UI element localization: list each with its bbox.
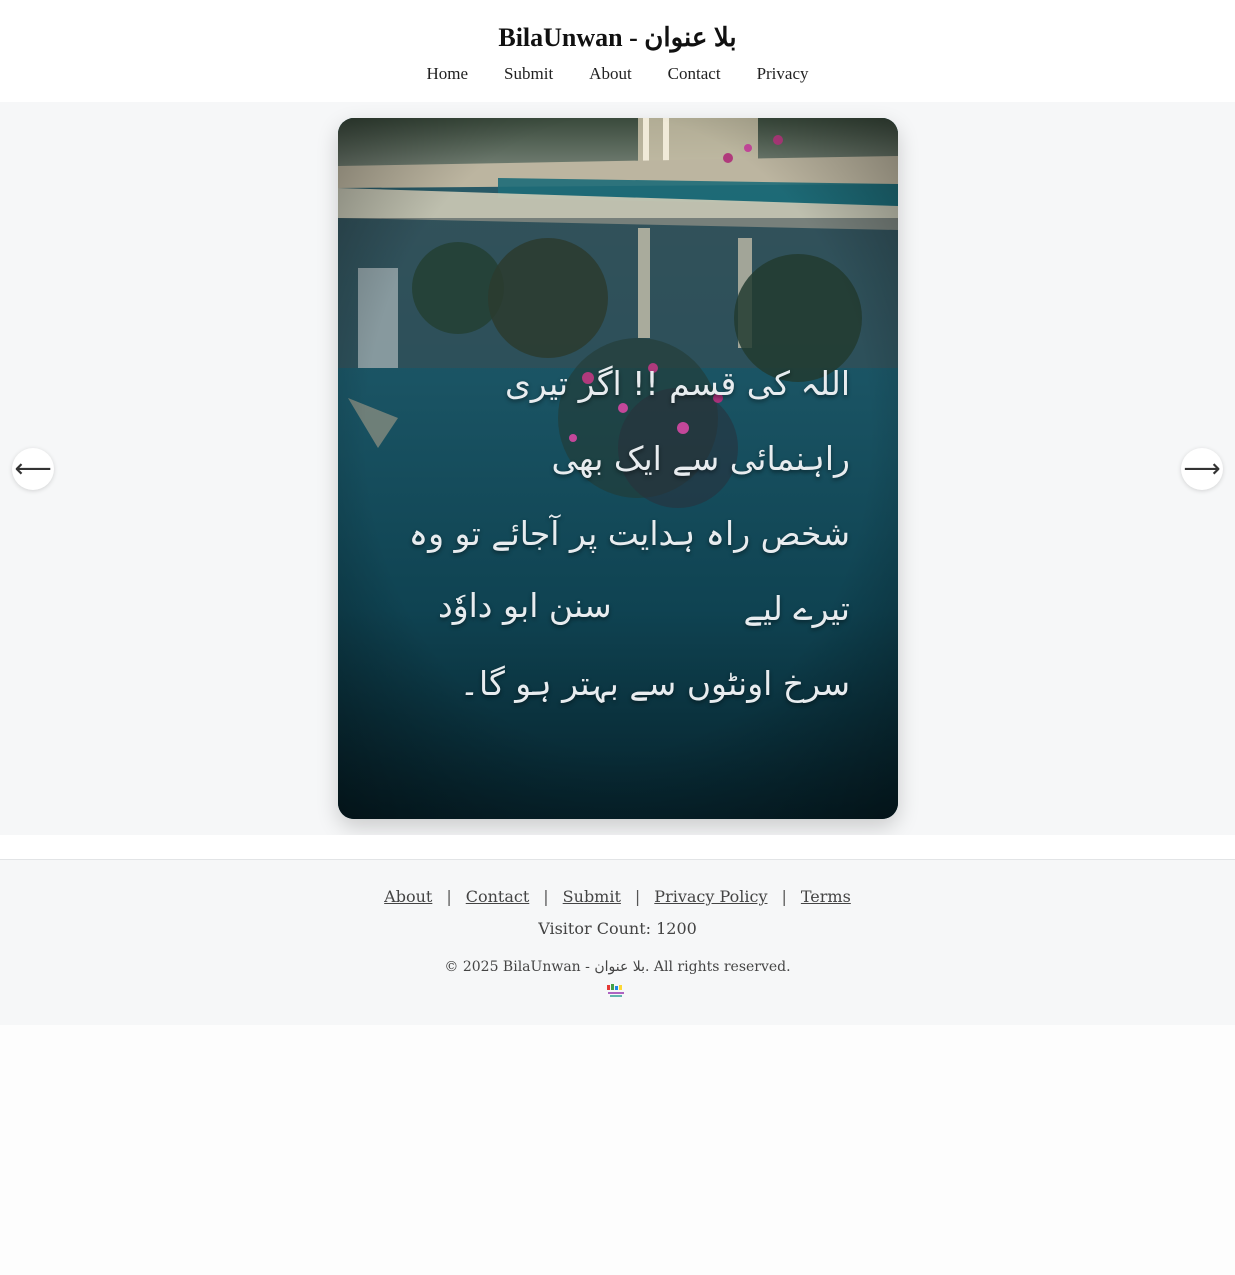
footer-link-contact[interactable]: Contact [466, 886, 530, 908]
arrow-left-icon[interactable]: ⟵ [12, 448, 54, 490]
site-title[interactable]: BilaUnwan - بلا عنوان [0, 22, 1235, 54]
visitor-count: Visitor Count: 1200 [538, 919, 697, 938]
nav-privacy[interactable]: Privacy [757, 62, 809, 86]
nav-about[interactable]: About [589, 62, 632, 86]
arrow-right-icon[interactable]: ⟶ [1181, 448, 1223, 490]
footer-links: About | Contact | Submit | Privacy Polic… [0, 886, 1235, 908]
section-spacer [0, 835, 1235, 859]
footer-link-submit[interactable]: Submit [563, 886, 621, 908]
nav-submit[interactable]: Submit [504, 62, 553, 86]
slider-stage: ⟵ اللہ کی قسم !! اگر تیری راہنمائی سے ای… [0, 102, 1235, 835]
footer-link-privacy-policy[interactable]: Privacy Policy [654, 886, 767, 908]
site-header: BilaUnwan - بلا عنوان Home Submit About … [0, 0, 1235, 102]
separator: | [446, 887, 452, 906]
quote-slide-image: اللہ کی قسم !! اگر تیری راہنمائی سے ایک … [338, 118, 898, 819]
footer-link-terms[interactable]: Terms [801, 886, 851, 908]
quote-line: سرخ اونٹوں سے بہتر ہو گا۔ [459, 664, 850, 703]
quote-line: اللہ کی قسم !! اگر تیری راہنمائی سے ایک … [504, 364, 850, 478]
urdu-quote: اللہ کی قسم !! اگر تیری راہنمائی سے ایک … [388, 346, 850, 721]
nav-contact[interactable]: Contact [668, 62, 721, 86]
separator: | [634, 887, 641, 906]
nav-home[interactable]: Home [427, 62, 469, 86]
separator: | [781, 887, 787, 906]
badge-logo-icon[interactable] [606, 984, 626, 998]
separator: | [543, 887, 549, 906]
footer-link-about[interactable]: About [384, 886, 432, 908]
quote-source: سنن ابو داوٗد [438, 586, 612, 625]
site-footer: About | Contact | Submit | Privacy Polic… [0, 859, 1235, 1025]
main-nav: Home Submit About Contact Privacy [0, 62, 1235, 86]
copyright: © 2025 BilaUnwan - بلا عنوان. All rights… [444, 959, 791, 975]
